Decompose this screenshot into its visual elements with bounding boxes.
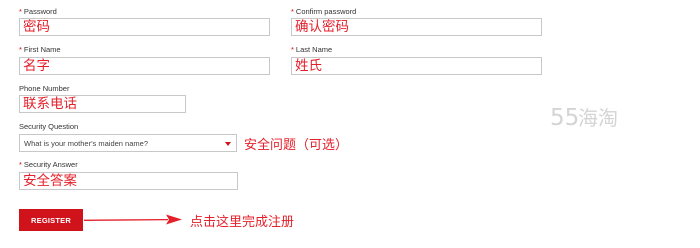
last-name-value: 姓氏 <box>295 58 322 74</box>
required-mark: * <box>19 45 22 54</box>
confirm-password-input[interactable]: 确认密码 <box>291 18 542 36</box>
svg-text:55: 55 <box>550 105 579 130</box>
password-input[interactable]: 密码 <box>19 18 270 36</box>
confirm-password-label: * Confirm password <box>291 7 356 17</box>
last-name-label: * Last Name <box>291 45 332 55</box>
password-label-text: Password <box>23 7 57 16</box>
confirm-password-value: 确认密码 <box>295 19 349 35</box>
security-answer-input[interactable]: 安全答案 <box>19 172 238 190</box>
watermark-logo: 55 海淘 <box>550 104 620 130</box>
password-value: 密码 <box>23 19 50 35</box>
required-mark: * <box>19 7 22 16</box>
watermark-logo-graphic: 55 海淘 <box>550 105 618 130</box>
security-question-label: Security Question <box>19 122 78 132</box>
confirm-password-label-text: Confirm password <box>295 7 357 16</box>
required-mark: * <box>291 7 294 16</box>
security-answer-label-text: Security Answer <box>23 160 78 169</box>
svg-text:海淘: 海淘 <box>578 106 618 130</box>
password-label: * Password <box>19 7 57 17</box>
register-button[interactable]: REGISTER <box>19 209 83 231</box>
register-note: 点击这里完成注册 <box>190 215 295 230</box>
security-answer-value: 安全答案 <box>23 173 77 189</box>
phone-label: Phone Number <box>19 84 69 94</box>
arrow-right-icon <box>84 214 182 225</box>
security-question-select[interactable]: What is your mother's maiden name? <box>19 134 237 152</box>
first-name-label: * First Name <box>19 45 61 55</box>
required-mark: * <box>291 45 294 54</box>
phone-label-text: Phone Number <box>19 84 70 93</box>
security-question-note: 安全问题（可选） <box>244 138 349 153</box>
first-name-input[interactable]: 名字 <box>19 57 270 75</box>
security-answer-label: * Security Answer <box>19 160 78 170</box>
first-name-value: 名字 <box>23 58 50 74</box>
security-question-label-text: Security Question <box>19 122 79 131</box>
last-name-input[interactable]: 姓氏 <box>291 57 542 75</box>
phone-value: 联系电话 <box>23 96 77 112</box>
last-name-label-text: Last Name <box>295 45 333 54</box>
chevron-down-icon <box>225 142 231 146</box>
phone-input[interactable]: 联系电话 <box>19 95 186 113</box>
security-question-selected: What is your mother's maiden name? <box>24 139 148 148</box>
required-mark: * <box>19 160 22 169</box>
first-name-label-text: First Name <box>23 45 61 54</box>
